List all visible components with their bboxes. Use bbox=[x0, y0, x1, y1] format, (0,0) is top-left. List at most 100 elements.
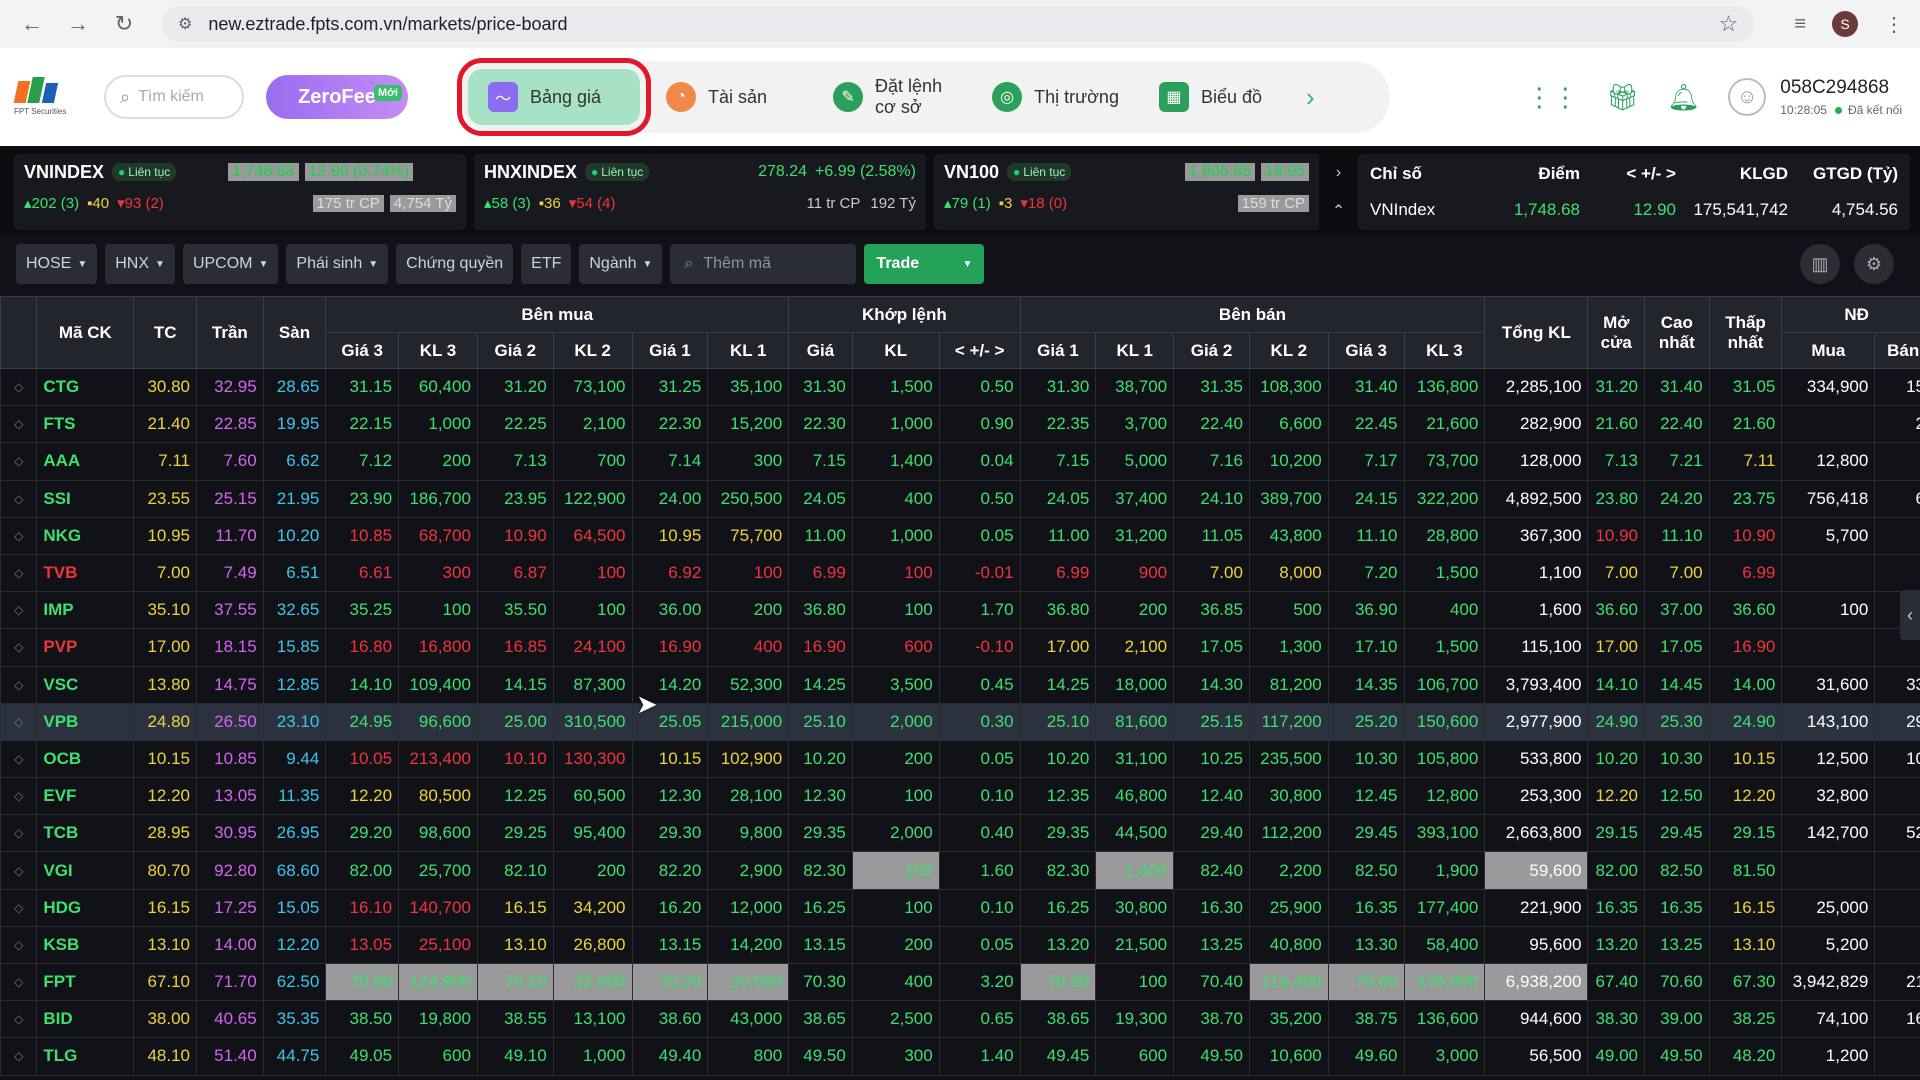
table-row[interactable]: ◇ SSI 23.55 25.15 21.95 23.90 186,700 23.95 122,… bbox=[0, 479, 1920, 518]
header-open[interactable]: Mở cửa bbox=[1587, 296, 1645, 369]
header-floor[interactable]: Sàn bbox=[262, 296, 327, 369]
nav-chart[interactable]: ▦ Biểu đồ bbox=[1139, 69, 1282, 125]
pin-icon[interactable]: ◇ bbox=[0, 925, 38, 965]
table-row[interactable]: ◇ HDG 16.15 17.25 15.05 16.10 140,700 16.15 34,2… bbox=[0, 888, 1920, 927]
table-row[interactable]: ◇ VGI 80.70 92.80 68.60 82.00 25,700 82.10 200 82… bbox=[0, 851, 1920, 890]
table-row[interactable]: ◇ IMP 35.10 37.55 32.65 35.25 100 35.50 100 36.00… bbox=[0, 591, 1920, 630]
table-row[interactable]: ◇ NKG 10.95 11.70 10.20 10.85 68,700 10.90 64,50… bbox=[0, 516, 1920, 555]
layout-icon[interactable]: ▥ bbox=[1800, 244, 1840, 284]
account-widget[interactable]: ☺ 058C294868 10:28:05 Đã kết nối bbox=[1728, 77, 1902, 117]
cell-sym[interactable]: VSC bbox=[36, 665, 135, 704]
filter-upcom[interactable]: UPCOM ▼ bbox=[182, 244, 279, 284]
table-row[interactable]: ◇ KSB 13.10 14.00 12.20 13.05 25,100 13.10 26,80… bbox=[0, 925, 1920, 965]
header-ceiling[interactable]: Trần bbox=[196, 296, 264, 369]
cell-sym[interactable]: CTG bbox=[36, 367, 135, 407]
header-ref[interactable]: TC bbox=[133, 296, 198, 369]
cell-sym[interactable]: FPT bbox=[36, 962, 135, 1002]
filter-etf[interactable]: ETF bbox=[521, 244, 572, 284]
pin-icon[interactable]: ◇ bbox=[0, 1037, 38, 1076]
table-row[interactable]: ◇ CTG 30.80 32.95 28.65 31.15 60,400 31.20 73,10… bbox=[0, 367, 1920, 407]
add-symbol-input[interactable]: ⌕ Thêm mã bbox=[670, 244, 857, 284]
header-symbol[interactable]: Mã CK bbox=[36, 296, 135, 369]
chevron-right-icon[interactable]: › bbox=[1336, 164, 1341, 182]
pin-icon[interactable]: ◇ bbox=[0, 962, 38, 1002]
settings-gear-icon[interactable]: ⚙ bbox=[1854, 244, 1894, 284]
cell-sym[interactable]: NKG bbox=[36, 516, 135, 555]
cell-sym[interactable]: OCB bbox=[36, 739, 135, 779]
cell-sym[interactable]: TCB bbox=[36, 814, 135, 853]
nav-place-order[interactable]: ✎ Đặt lệnh cơ sở bbox=[813, 69, 962, 125]
pin-icon[interactable]: ◇ bbox=[0, 405, 38, 444]
index-card-hnxindex[interactable]: HNXINDEX Liên tục 278.24 +6.99 (2.58%) ▴… bbox=[473, 154, 926, 230]
header-match-change[interactable]: < +/- > bbox=[938, 332, 1021, 369]
cell-sym[interactable]: AAA bbox=[36, 442, 135, 481]
cell-sym[interactable]: BID bbox=[36, 1000, 135, 1039]
pin-icon[interactable]: ◇ bbox=[0, 814, 38, 853]
pin-icon[interactable]: ◇ bbox=[0, 367, 38, 407]
trade-button[interactable]: Trade ▼ bbox=[864, 244, 985, 284]
pin-icon[interactable]: ◇ bbox=[0, 442, 38, 481]
filter-chứng-quyền[interactable]: Chứng quyền bbox=[396, 244, 514, 284]
media-control-icon[interactable]: ≡ bbox=[1794, 13, 1806, 36]
nav-market[interactable]: ◎ Thị trường bbox=[972, 69, 1139, 125]
table-row[interactable]: ◇ OCB 10.15 10.85 9.44 10.05 213,400 10.10 130,3… bbox=[0, 739, 1920, 779]
zerofee-button[interactable]: ZeroFee Mới bbox=[266, 75, 408, 119]
table-row[interactable]: ◇ TVB 7.00 7.49 6.51 6.61 300 6.87 100 6.92 100 6.9… bbox=[0, 553, 1920, 593]
pin-icon[interactable]: ◇ bbox=[0, 1000, 38, 1039]
cell-sym[interactable]: TVB bbox=[36, 553, 135, 593]
table-row[interactable]: ◇ VSC 13.80 14.75 12.85 14.10 109,400 14.15 87,3… bbox=[0, 665, 1920, 704]
nav-next-chevron-icon[interactable]: › bbox=[1306, 82, 1315, 113]
table-row[interactable]: ◇ FTS 21.40 22.85 19.95 22.15 1,000 22.25 2,100 2… bbox=[0, 405, 1920, 444]
nav-price-board[interactable]: 〜 Bảng giá bbox=[457, 58, 651, 136]
cell-sym[interactable]: KSB bbox=[36, 925, 135, 965]
nav-assets[interactable]: ◔ Tài sản bbox=[646, 69, 787, 125]
cell-sym[interactable]: IMP bbox=[36, 591, 135, 630]
table-row[interactable]: ◇ PVP 17.00 18.15 15.85 16.80 16,800 16.85 24,10… bbox=[0, 628, 1920, 667]
pin-icon[interactable]: ◇ bbox=[0, 628, 38, 667]
pin-icon[interactable]: ◇ bbox=[0, 702, 38, 741]
pin-icon[interactable]: ◇ bbox=[0, 591, 38, 630]
pin-icon[interactable]: ◇ bbox=[0, 665, 38, 704]
gift-icon[interactable]: 🎁︎ bbox=[1606, 82, 1639, 113]
notification-bell-icon[interactable]: 🔔︎ bbox=[1667, 82, 1700, 113]
profile-avatar[interactable]: S bbox=[1832, 11, 1858, 37]
table-row[interactable]: ◇ AAA 7.11 7.60 6.62 7.12 200 7.13 700 7.14 300 7.1… bbox=[0, 442, 1920, 481]
chevron-down-icon[interactable]: ▼ bbox=[963, 259, 973, 270]
table-row[interactable]: ◇ VPB 24.80 26.50 23.10 24.95 96,600 25.00 310,5… bbox=[0, 702, 1920, 741]
search-input[interactable]: ⌕ Tìm kiếm bbox=[104, 75, 244, 119]
table-row[interactable]: ◇ TLG 48.10 51.40 44.75 49.05 600 49.10 1,000 49.… bbox=[0, 1037, 1920, 1076]
site-info-icon[interactable]: ⚙ bbox=[178, 14, 192, 34]
table-row[interactable]: ◇ BID 38.00 40.65 35.35 38.50 19,800 38.55 13,10… bbox=[0, 1000, 1920, 1039]
pin-icon[interactable]: ◇ bbox=[0, 516, 38, 555]
cell-sym[interactable]: HDG bbox=[36, 888, 135, 927]
cell-sym[interactable]: FTS bbox=[36, 405, 135, 444]
cell-sym[interactable]: VPB bbox=[36, 702, 135, 741]
cell-sym[interactable]: PVP bbox=[36, 628, 135, 667]
header-low[interactable]: Thấp nhất bbox=[1708, 296, 1783, 369]
filter-ngành[interactable]: Ngành ▼ bbox=[579, 244, 663, 284]
table-row[interactable]: ◇ TCB 28.95 30.95 26.95 29.20 98,600 29.25 95,40… bbox=[0, 814, 1920, 853]
reload-icon[interactable]: ↻ bbox=[108, 8, 140, 40]
table-row[interactable]: ◇ EVF 12.20 13.05 11.35 12.20 80,500 12.25 60,50… bbox=[0, 777, 1920, 816]
pin-icon[interactable]: ◇ bbox=[0, 553, 38, 593]
cell-sym[interactable]: EVF bbox=[36, 777, 135, 816]
pin-icon[interactable]: ◇ bbox=[0, 777, 38, 816]
back-icon[interactable]: ← bbox=[16, 8, 48, 40]
header-high[interactable]: Cao nhất bbox=[1643, 296, 1710, 369]
pin-icon[interactable]: ◇ bbox=[0, 888, 38, 927]
filter-hose[interactable]: HOSE ▼ bbox=[16, 244, 98, 284]
apps-grid-icon[interactable]: ⋮⋮ bbox=[1526, 82, 1578, 113]
header-total-volume[interactable]: Tổng KL bbox=[1484, 296, 1589, 369]
side-panel-toggle-icon[interactable]: ‹ bbox=[1900, 590, 1920, 640]
cell-sym[interactable]: VGI bbox=[36, 851, 135, 890]
cell-sym[interactable]: TLG bbox=[36, 1037, 135, 1076]
filter-hnx[interactable]: HNX ▼ bbox=[105, 244, 175, 284]
pin-icon[interactable]: ◇ bbox=[0, 479, 38, 518]
address-bar[interactable]: ⚙ new.eztrade.fpts.com.vn/markets/price-… bbox=[162, 6, 1755, 42]
index-card-vnindex[interactable]: VNINDEX Liên tục 1,748.68 12.90 (0.74%) … bbox=[14, 154, 466, 230]
index-card-vn100[interactable]: VN100 Liên tục 1,805.85 18.95 ▴79 (1) ▪3… bbox=[933, 154, 1320, 230]
menu-kebab-icon[interactable]: ⋮ bbox=[1884, 12, 1904, 37]
chevron-up-icon[interactable]: ⌃ bbox=[1332, 201, 1345, 221]
pin-icon[interactable]: ◇ bbox=[0, 851, 38, 890]
bookmark-star-icon[interactable]: ☆ bbox=[1719, 11, 1739, 37]
